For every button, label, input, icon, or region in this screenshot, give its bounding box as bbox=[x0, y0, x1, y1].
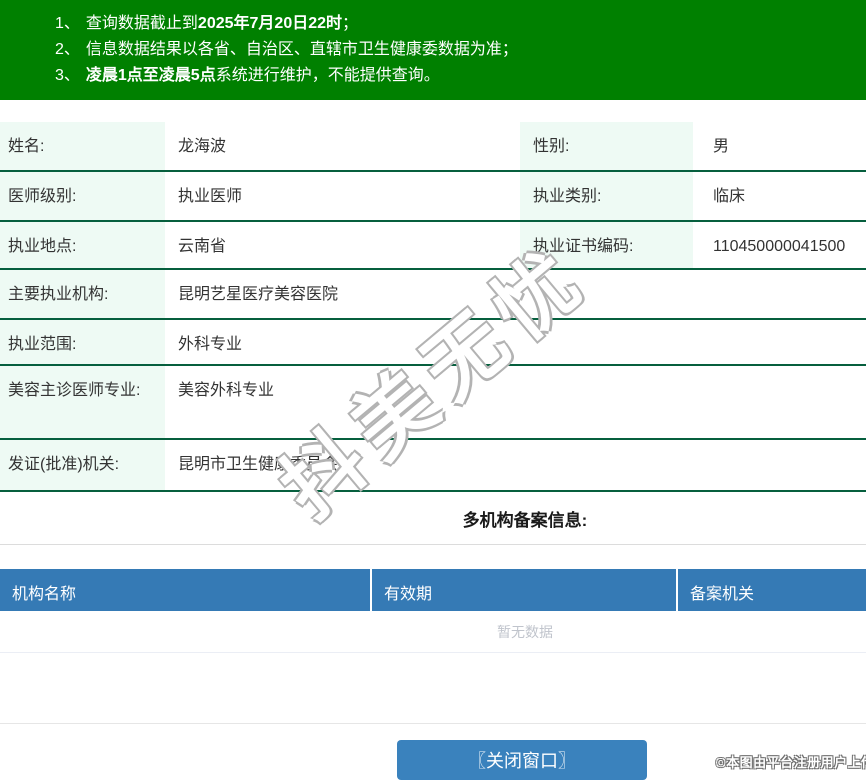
upload-credit-text: ©本图由平台注册用户上传 bbox=[716, 755, 866, 770]
field-value: 云南省 bbox=[178, 238, 227, 255]
field-label: 执业类别: bbox=[520, 172, 693, 220]
registry-table-header: 机构名称 有效期 备案机关 bbox=[0, 569, 866, 611]
notice-text: 信息数据结果以各省、自治区、直辖市卫生健康委数据为准； bbox=[85, 41, 518, 58]
empty-data-row: 暂无数据 bbox=[0, 611, 866, 653]
field-label: 发证(批准)机关: bbox=[0, 440, 165, 490]
field-value: 昆明艺星医疗美容医院 bbox=[178, 286, 339, 303]
info-row-name-gender: 姓名: 龙海波 性别: 男 bbox=[0, 122, 866, 172]
notice-line-number: 2、 bbox=[55, 41, 80, 58]
field-value: 昆明市卫生健康委员会 bbox=[178, 456, 339, 473]
notice-line-1: 1、 查询数据截止到2025年7月20日22时； bbox=[55, 11, 866, 37]
field-value: 美容外科专业 bbox=[178, 382, 275, 399]
divider bbox=[0, 544, 866, 545]
column-header-validity: 有效期 bbox=[372, 569, 678, 611]
field-label: 姓名: bbox=[0, 122, 165, 170]
field-value: 外科专业 bbox=[178, 336, 243, 353]
field-label: 执业范围: bbox=[0, 320, 165, 364]
field-label: 执业地点: bbox=[0, 222, 165, 268]
field-label: 主要执业机构: bbox=[0, 270, 165, 318]
notice-text: ； bbox=[342, 15, 359, 32]
column-header-filing-authority: 备案机关 bbox=[690, 586, 755, 603]
field-value: 男 bbox=[713, 138, 730, 155]
info-row-cosmetic-specialty: 美容主诊医师专业: 美容外科专业 bbox=[0, 366, 866, 440]
field-value: 执业医师 bbox=[178, 188, 243, 205]
field-value: 临床 bbox=[713, 188, 746, 205]
notice-banner: 1、 查询数据截止到2025年7月20日22时； 2、 信息数据结果以各省、自治区、… bbox=[0, 0, 866, 100]
notice-text-bold: 2025年7月20日22时 bbox=[197, 15, 343, 32]
info-row-main-institution: 主要执业机构: 昆明艺星医疗美容医院 bbox=[0, 270, 866, 320]
practitioner-query-result-page: 1、 查询数据截止到2025年7月20日22时； 2、 信息数据结果以各省、自治区、… bbox=[0, 0, 866, 780]
field-label: 执业证书编码: bbox=[520, 222, 693, 268]
notice-line-number: 3、 bbox=[55, 67, 80, 84]
info-row-level-category: 医师级别: 执业医师 执业类别: 临床 bbox=[0, 172, 866, 222]
notice-text-bold: 凌晨1点至凌晨5点 bbox=[85, 67, 216, 84]
notice-line-3: 3、 凌晨1点至凌晨5点系统进行维护，不能提供查询。 bbox=[55, 63, 866, 89]
notice-line-number: 1、 bbox=[55, 15, 80, 32]
notice-text: 查询数据截止到 bbox=[85, 15, 198, 32]
notice-line-2: 2、 信息数据结果以各省、自治区、直辖市卫生健康委数据为准； bbox=[55, 37, 866, 63]
field-value: 110450000041500 bbox=[713, 238, 846, 255]
column-header-institution: 机构名称 bbox=[0, 569, 372, 611]
info-row-issuing-authority: 发证(批准)机关: 昆明市卫生健康委员会 bbox=[0, 440, 866, 492]
field-label: 美容主诊医师专业: bbox=[0, 366, 165, 438]
practitioner-info-table: 姓名: 龙海波 性别: 男 医师级别: 执业医师 执业类别: 临床 执业地点: … bbox=[0, 122, 866, 492]
notice-text: 系统进行维护，不能提供查询。 bbox=[215, 67, 440, 84]
field-label: 性别: bbox=[520, 122, 693, 170]
info-row-practice-scope: 执业范围: 外科专业 bbox=[0, 320, 866, 366]
divider bbox=[0, 723, 866, 724]
close-window-button[interactable]: 〖关闭窗口〗 bbox=[397, 740, 647, 780]
field-label: 医师级别: bbox=[0, 172, 165, 220]
field-value: 龙海波 bbox=[178, 138, 227, 155]
info-row-location-certificate: 执业地点: 云南省 执业证书编码: 110450000041500 bbox=[0, 222, 866, 270]
multi-org-section-title: 多机构备案信息: bbox=[462, 511, 588, 530]
